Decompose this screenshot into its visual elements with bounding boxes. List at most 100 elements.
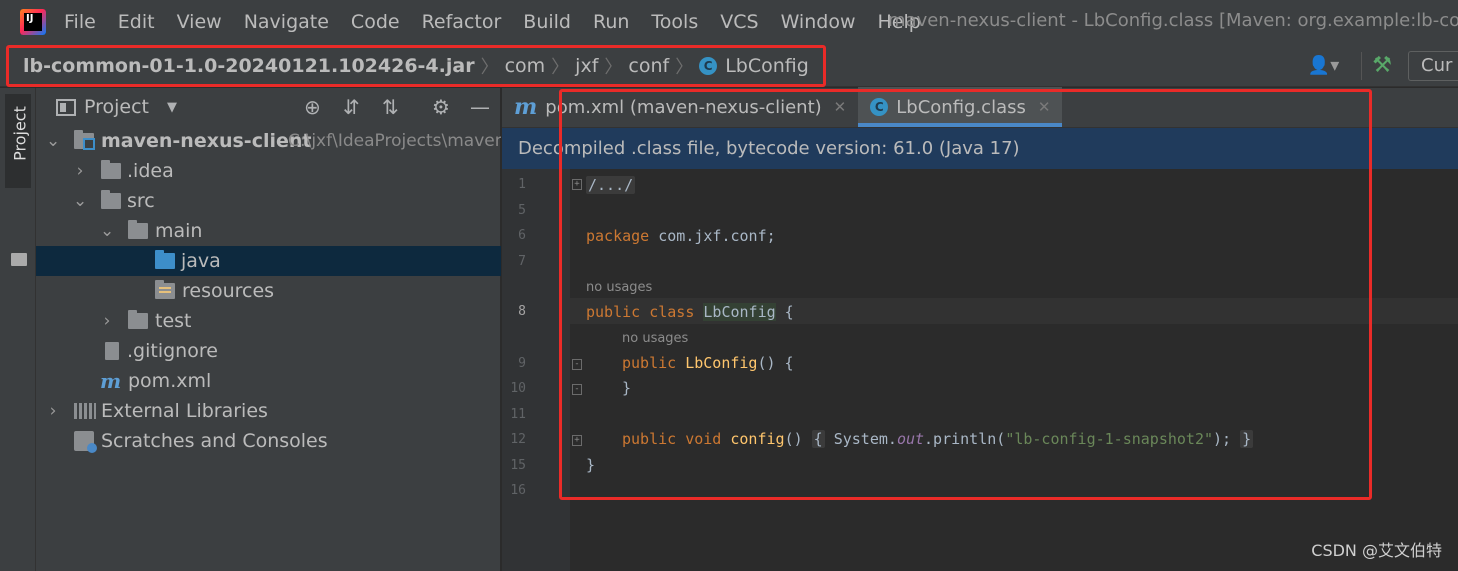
editor: m pom.xml (maven-nexus-client) ✕ C LbCon…: [502, 87, 1458, 571]
gitignore-file-icon: [105, 342, 119, 360]
folder-icon: [101, 190, 121, 209]
banner-text: Decompiled .class file, bytecode version…: [518, 138, 1020, 159]
tree-item-src[interactable]: ⌄ src: [36, 186, 501, 216]
chevron-down-icon[interactable]: ▼: [167, 100, 177, 115]
tree-label: pom.xml: [128, 370, 212, 392]
menu-code[interactable]: Code: [351, 0, 400, 44]
resources-folder-icon: [155, 280, 175, 299]
fold-collapse-icon[interactable]: -: [572, 359, 582, 370]
breadcrumb-jxf[interactable]: jxf: [575, 55, 598, 77]
decompiled-banner: Decompiled .class file, bytecode version…: [502, 128, 1458, 169]
fold-expand-icon[interactable]: +: [572, 179, 582, 190]
tree-item-main[interactable]: ⌄ main: [36, 216, 501, 246]
close-icon[interactable]: ✕: [834, 98, 847, 116]
menu-vcs[interactable]: VCS: [720, 0, 758, 44]
module-path: C:\jxf\IdeaProjects\maven: [288, 131, 501, 151]
menu-build[interactable]: Build: [523, 0, 571, 44]
chevron-right-icon[interactable]: ›: [46, 401, 60, 421]
toolbar-divider: [1361, 51, 1363, 80]
menu-refactor[interactable]: Refactor: [422, 0, 502, 44]
tree-label: maven-nexus-client: [101, 130, 312, 152]
project-panel-header: Project ▼ ⊕ ⇵ ⇅ ⚙ —: [36, 88, 500, 126]
tree-label: src: [127, 190, 155, 212]
breadcrumb-jar[interactable]: lb-common-01-1.0-20240121.102426-4.jar: [23, 55, 475, 77]
menu-view[interactable]: View: [177, 0, 222, 44]
tree-label: test: [155, 310, 192, 332]
chevron-right-icon[interactable]: ›: [73, 161, 87, 181]
tree-item-resources[interactable]: resources: [36, 276, 501, 306]
maven-file-icon: m: [100, 369, 122, 393]
project-panel: Project ▼ ⊕ ⇵ ⇅ ⚙ — ⌄ maven-nexus-client…: [36, 88, 501, 571]
tree-item-gitignore[interactable]: .gitignore: [36, 336, 501, 366]
ctor-rest: () {: [757, 354, 794, 372]
keyword: package: [586, 227, 650, 245]
collapse-all-icon[interactable]: ⇅: [382, 96, 399, 118]
user-account-icon[interactable]: 👤▾: [1308, 55, 1339, 76]
code-area[interactable]: 1 5 6 7 8 9 10 11 12 15 16 + - - + /.../…: [502, 169, 1458, 571]
minimize-icon[interactable]: —: [470, 96, 490, 118]
folded-body-close[interactable]: }: [1240, 430, 1254, 448]
chevron-down-icon[interactable]: ⌄: [73, 191, 87, 211]
project-tool-button[interactable]: Project: [5, 94, 31, 188]
tree-item-scratches[interactable]: Scratches and Consoles: [36, 426, 501, 456]
menu-edit[interactable]: Edit: [118, 0, 155, 44]
tab-lbconfig-class[interactable]: C LbConfig.class ✕: [858, 87, 1063, 127]
tree-label: main: [155, 220, 203, 242]
expand-all-icon[interactable]: ⇵: [343, 96, 360, 118]
menu-tools[interactable]: Tools: [651, 0, 698, 44]
usage-hint[interactable]: no usages: [586, 280, 652, 295]
run-configuration-select[interactable]: Cur: [1408, 50, 1458, 81]
brace: {: [775, 303, 794, 321]
folder-icon: [128, 220, 148, 239]
code-line-15: }: [586, 456, 595, 474]
tree-item-test[interactable]: › test: [36, 306, 501, 336]
chevron-down-icon[interactable]: ⌄: [100, 221, 114, 241]
usage-hint[interactable]: no usages: [622, 331, 688, 346]
breadcrumb-conf[interactable]: conf: [628, 55, 669, 77]
folder-icon[interactable]: [11, 253, 27, 266]
line-number: 16: [510, 483, 526, 498]
menu-window[interactable]: Window: [781, 0, 856, 44]
close-icon[interactable]: ✕: [1038, 98, 1051, 116]
tree-item-external-libraries[interactable]: › External Libraries: [36, 396, 501, 426]
menu-file[interactable]: File: [64, 0, 96, 44]
tree-label: Scratches and Consoles: [101, 430, 328, 452]
folded-header[interactable]: /.../: [586, 176, 636, 194]
folded-body-open[interactable]: {: [811, 430, 825, 448]
locate-target-icon[interactable]: ⊕: [304, 96, 321, 118]
intellij-logo-icon[interactable]: IJ: [20, 9, 46, 35]
line-number: 8: [518, 304, 526, 319]
build-hammer-icon[interactable]: ⚒: [1372, 53, 1392, 78]
line-number: 12: [510, 432, 526, 447]
package-name: com.jxf.conf;: [649, 227, 776, 245]
tab-pom-xml[interactable]: m pom.xml (maven-nexus-client) ✕: [502, 87, 858, 127]
tree-item-java[interactable]: java: [36, 246, 501, 276]
tree-item-module[interactable]: ⌄ maven-nexus-client C:\jxf\IdeaProjects…: [36, 126, 501, 156]
project-panel-title[interactable]: Project: [84, 96, 149, 118]
stmt-pre: System.: [833, 430, 897, 448]
breadcrumb-separator-icon: 〉: [551, 57, 570, 78]
chevron-right-icon[interactable]: ›: [100, 311, 114, 331]
string-literal: "lb-config-1-snapshot2": [1005, 430, 1214, 448]
folder-icon: [101, 160, 121, 179]
module-folder-icon: [74, 130, 95, 150]
class-icon: C: [870, 98, 889, 116]
line-number: 10: [510, 381, 526, 396]
fold-expand-icon[interactable]: +: [572, 435, 582, 446]
tree-item-pom[interactable]: m pom.xml: [36, 366, 501, 396]
menu-run[interactable]: Run: [593, 0, 629, 44]
navigation-bar: lb-common-01-1.0-20240121.102426-4.jar 〉…: [0, 44, 1458, 87]
code-line-6: package com.jxf.conf;: [586, 227, 776, 245]
tree-item-idea[interactable]: › .idea: [36, 156, 501, 186]
fold-end-icon[interactable]: -: [572, 384, 582, 395]
gear-icon[interactable]: ⚙: [432, 96, 450, 118]
menu-navigate[interactable]: Navigate: [244, 0, 329, 44]
code-line-8: public class LbConfig {: [586, 303, 794, 321]
breadcrumb-com[interactable]: com: [505, 55, 546, 77]
brace: }: [586, 456, 596, 474]
code-line-9: public LbConfig() {: [622, 354, 794, 372]
chevron-down-icon[interactable]: ⌄: [46, 131, 60, 151]
tree-label: External Libraries: [101, 400, 268, 422]
breadcrumb-lbconfig[interactable]: LbConfig: [725, 55, 809, 77]
menu-bar: IJ File Edit View Navigate Code Refactor…: [0, 0, 1458, 44]
